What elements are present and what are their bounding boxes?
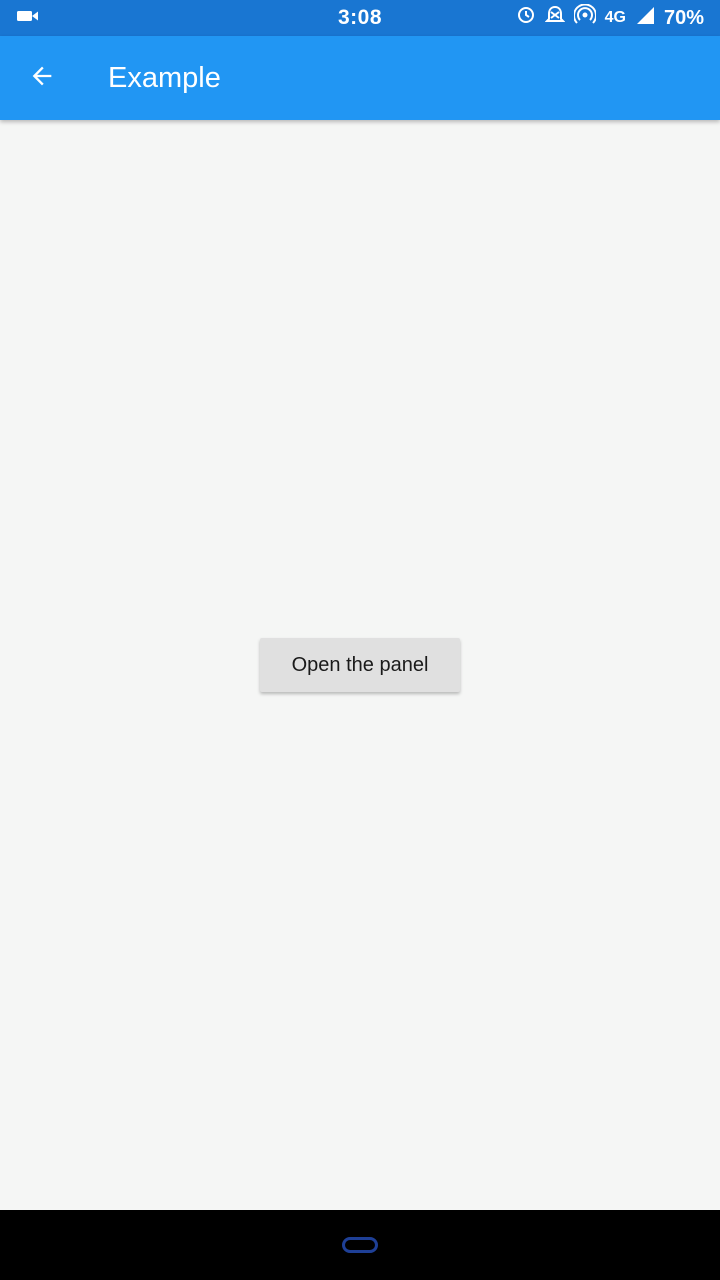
signal-icon [635, 5, 655, 31]
app-bar: Example [0, 36, 720, 120]
main-content: Open the panel [0, 120, 720, 1210]
arrow-back-icon [28, 62, 56, 95]
hotspot-icon [572, 3, 597, 32]
status-left [16, 8, 516, 29]
status-right: 4G 70% [516, 3, 704, 32]
data-saver-icon [516, 5, 536, 31]
open-panel-button[interactable]: Open the panel [260, 638, 460, 692]
home-button[interactable] [342, 1237, 378, 1253]
alarm-off-icon [544, 4, 566, 32]
page-title: Example [108, 61, 221, 94]
battery-percentage: 70% [663, 6, 704, 29]
network-type: 4G [604, 9, 626, 26]
status-bar: 3:08 4G 70% [0, 0, 720, 36]
back-button[interactable] [14, 50, 70, 106]
navigation-bar [0, 1210, 720, 1280]
video-camera-icon [16, 8, 40, 29]
